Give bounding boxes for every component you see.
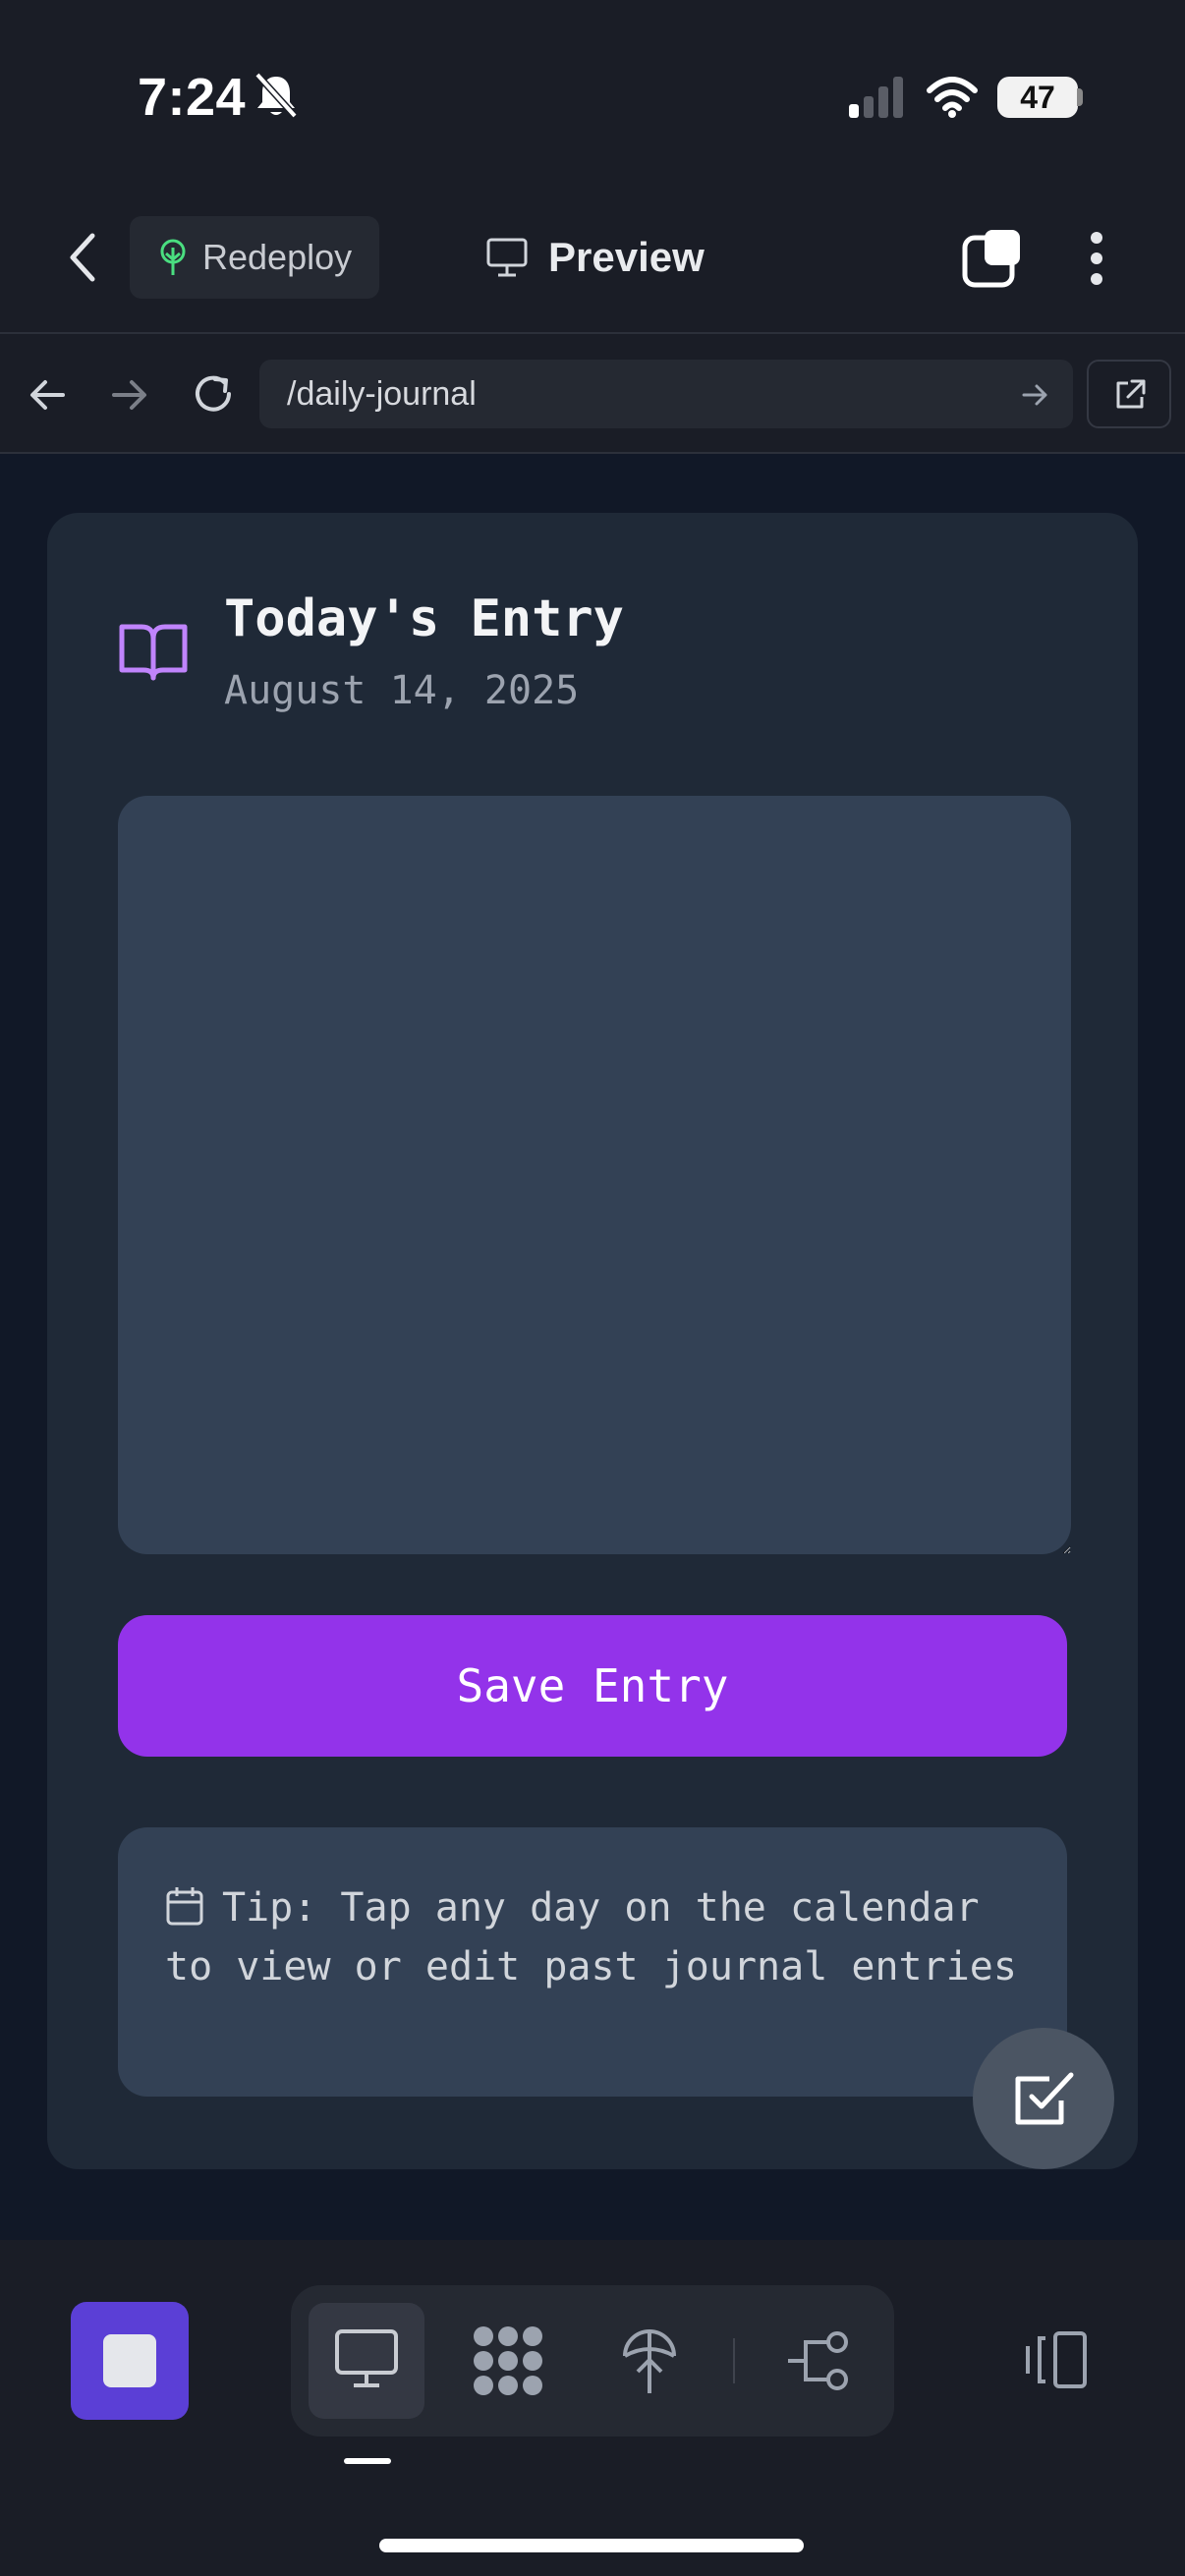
monitor-icon[interactable] xyxy=(334,2328,399,2389)
preview-label: Preview xyxy=(548,234,705,280)
tip-text: Tip: Tap any day on the calendar to view… xyxy=(165,1885,1017,1989)
header-divider xyxy=(0,332,1185,334)
battery-icon: 47 xyxy=(997,77,1078,118)
check-square-icon xyxy=(1015,2072,1074,2125)
calendar-icon xyxy=(166,1887,203,1926)
url-input[interactable]: /daily-journal xyxy=(259,360,1073,428)
entry-title: Today's Entry xyxy=(224,589,624,648)
stop-button[interactable] xyxy=(71,2302,189,2420)
monitor-icon xyxy=(486,238,528,277)
go-arrow-icon[interactable] xyxy=(1022,382,1049,408)
check-fab-button[interactable] xyxy=(973,2028,1114,2169)
book-open-icon xyxy=(119,624,188,681)
redeploy-button[interactable]: Redeploy xyxy=(130,216,379,299)
redeploy-label: Redeploy xyxy=(202,237,353,277)
wifi-icon xyxy=(927,77,978,118)
stop-icon xyxy=(103,2334,156,2387)
signal-icon xyxy=(849,77,903,118)
share-nodes-icon[interactable] xyxy=(786,2330,853,2391)
battery-tip xyxy=(1077,88,1083,106)
home-indicator xyxy=(379,2539,804,2552)
deploy-icon[interactable] xyxy=(619,2323,680,2397)
active-view-indicator xyxy=(344,2458,391,2464)
dots-grid-icon[interactable] xyxy=(470,2324,546,2397)
entry-date: August 14, 2025 xyxy=(224,668,580,713)
tabs-icon[interactable] xyxy=(961,228,1024,289)
reload-icon[interactable] xyxy=(191,371,236,417)
status-time: 7:24 xyxy=(138,68,247,127)
url-path: /daily-journal xyxy=(287,375,477,413)
preview-tab[interactable]: Preview xyxy=(485,222,705,293)
back-chevron-icon[interactable] xyxy=(63,230,102,285)
external-link-icon xyxy=(1116,379,1146,409)
save-entry-button[interactable]: Save Entry xyxy=(118,1615,1067,1757)
switcher-divider xyxy=(733,2338,735,2383)
journal-entry-textarea[interactable] xyxy=(118,796,1071,1554)
open-external-button[interactable] xyxy=(1087,360,1171,428)
more-vertical-icon[interactable] xyxy=(1081,228,1112,289)
bell-slash-icon xyxy=(254,72,298,119)
tree-icon xyxy=(160,239,186,275)
arrow-right-icon[interactable] xyxy=(110,375,149,415)
arrow-left-icon[interactable] xyxy=(28,375,67,415)
tip-box: Tip: Tap any day on the calendar to view… xyxy=(118,1827,1067,2097)
sidebar-panel-icon[interactable] xyxy=(1022,2330,1091,2389)
